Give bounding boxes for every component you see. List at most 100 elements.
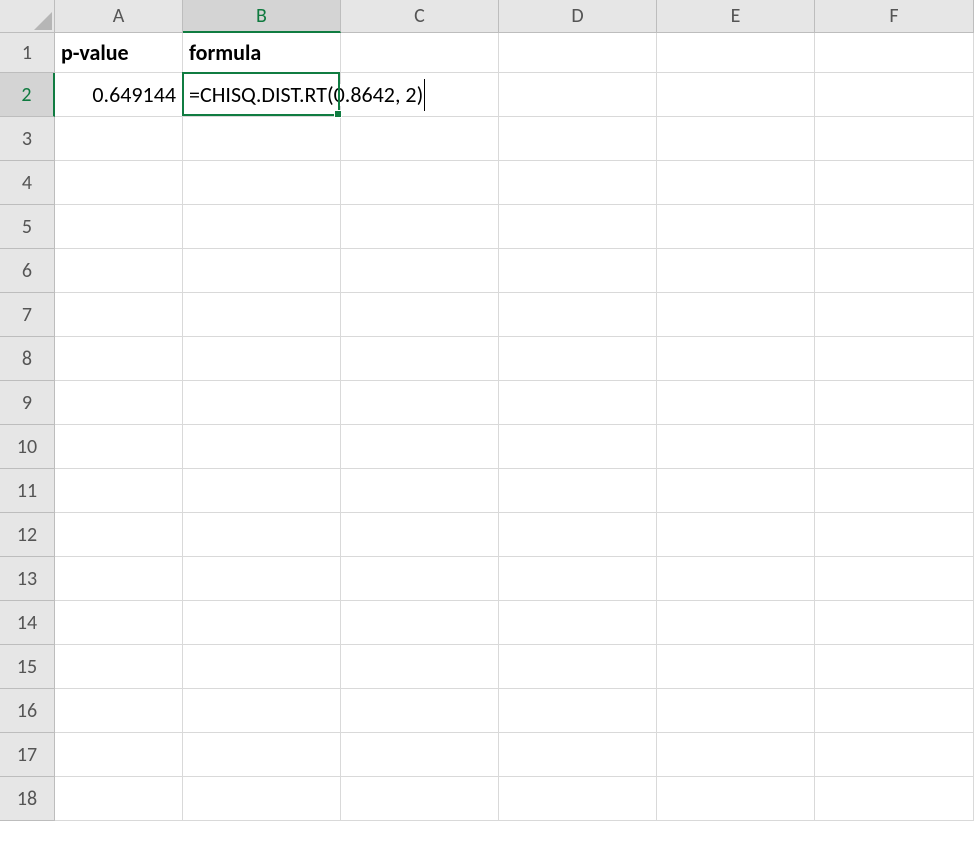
cell-B3[interactable] <box>183 117 341 161</box>
cell-A5[interactable] <box>55 205 183 249</box>
row-header-17[interactable]: 17 <box>0 733 55 777</box>
cell-F8[interactable] <box>815 337 974 381</box>
cell-E15[interactable] <box>657 645 815 689</box>
cell-F6[interactable] <box>815 249 974 293</box>
cell-A10[interactable] <box>55 425 183 469</box>
cell-D4[interactable] <box>499 161 657 205</box>
cell-A14[interactable] <box>55 601 183 645</box>
cell-D16[interactable] <box>499 689 657 733</box>
cell-B15[interactable] <box>183 645 341 689</box>
cell-A11[interactable] <box>55 469 183 513</box>
cell-D5[interactable] <box>499 205 657 249</box>
cell-A9[interactable] <box>55 381 183 425</box>
cell-E8[interactable] <box>657 337 815 381</box>
cell-A2[interactable]: 0.649144 <box>55 73 183 117</box>
cell-E14[interactable] <box>657 601 815 645</box>
cell-C7[interactable] <box>341 293 499 337</box>
row-header-6[interactable]: 6 <box>0 249 55 293</box>
row-header-12[interactable]: 12 <box>0 513 55 557</box>
cell-A8[interactable] <box>55 337 183 381</box>
cell-F18[interactable] <box>815 777 974 821</box>
cell-B6[interactable] <box>183 249 341 293</box>
cell-D3[interactable] <box>499 117 657 161</box>
row-header-13[interactable]: 13 <box>0 557 55 601</box>
cell-E12[interactable] <box>657 513 815 557</box>
row-header-10[interactable]: 10 <box>0 425 55 469</box>
cell-C8[interactable] <box>341 337 499 381</box>
cell-C6[interactable] <box>341 249 499 293</box>
row-header-7[interactable]: 7 <box>0 293 55 337</box>
cell-A6[interactable] <box>55 249 183 293</box>
row-header-11[interactable]: 11 <box>0 469 55 513</box>
cell-F17[interactable] <box>815 733 974 777</box>
cell-E11[interactable] <box>657 469 815 513</box>
row-header-3[interactable]: 3 <box>0 117 55 161</box>
cell-F5[interactable] <box>815 205 974 249</box>
cell-C9[interactable] <box>341 381 499 425</box>
row-header-14[interactable]: 14 <box>0 601 55 645</box>
cell-B18[interactable] <box>183 777 341 821</box>
cell-E3[interactable] <box>657 117 815 161</box>
cell-D13[interactable] <box>499 557 657 601</box>
cell-B17[interactable] <box>183 733 341 777</box>
cell-F12[interactable] <box>815 513 974 557</box>
cell-C5[interactable] <box>341 205 499 249</box>
cell-E7[interactable] <box>657 293 815 337</box>
column-header-D[interactable]: D <box>499 0 657 33</box>
cell-F16[interactable] <box>815 689 974 733</box>
cell-B12[interactable] <box>183 513 341 557</box>
cell-F7[interactable] <box>815 293 974 337</box>
row-header-16[interactable]: 16 <box>0 689 55 733</box>
cell-A12[interactable] <box>55 513 183 557</box>
cell-B9[interactable] <box>183 381 341 425</box>
cell-D6[interactable] <box>499 249 657 293</box>
cell-D10[interactable] <box>499 425 657 469</box>
cell-C4[interactable] <box>341 161 499 205</box>
row-header-9[interactable]: 9 <box>0 381 55 425</box>
cell-C3[interactable] <box>341 117 499 161</box>
cell-F14[interactable] <box>815 601 974 645</box>
cell-F9[interactable] <box>815 381 974 425</box>
cell-A15[interactable] <box>55 645 183 689</box>
cell-F2[interactable] <box>815 73 974 117</box>
cell-A17[interactable] <box>55 733 183 777</box>
cell-D12[interactable] <box>499 513 657 557</box>
cell-B4[interactable] <box>183 161 341 205</box>
row-header-18[interactable]: 18 <box>0 777 55 821</box>
cell-A7[interactable] <box>55 293 183 337</box>
column-header-F[interactable]: F <box>815 0 974 33</box>
cell-A13[interactable] <box>55 557 183 601</box>
cell-C1[interactable] <box>341 33 499 73</box>
cell-B5[interactable] <box>183 205 341 249</box>
cell-F3[interactable] <box>815 117 974 161</box>
column-header-E[interactable]: E <box>657 0 815 33</box>
cell-B14[interactable] <box>183 601 341 645</box>
column-header-C[interactable]: C <box>341 0 499 33</box>
cell-F11[interactable] <box>815 469 974 513</box>
row-header-4[interactable]: 4 <box>0 161 55 205</box>
row-header-1[interactable]: 1 <box>0 33 55 73</box>
cell-E17[interactable] <box>657 733 815 777</box>
cell-C10[interactable] <box>341 425 499 469</box>
cell-B13[interactable] <box>183 557 341 601</box>
cell-C17[interactable] <box>341 733 499 777</box>
cell-B8[interactable] <box>183 337 341 381</box>
row-header-2[interactable]: 2 <box>0 73 55 117</box>
cell-E6[interactable] <box>657 249 815 293</box>
row-header-5[interactable]: 5 <box>0 205 55 249</box>
cell-E16[interactable] <box>657 689 815 733</box>
cell-D2[interactable] <box>499 73 657 117</box>
cell-B11[interactable] <box>183 469 341 513</box>
cell-C11[interactable] <box>341 469 499 513</box>
cell-D1[interactable] <box>499 33 657 73</box>
cell-A16[interactable] <box>55 689 183 733</box>
cell-B2[interactable]: =CHISQ.DIST.RT(0.8642, 2) <box>183 73 341 117</box>
cell-F4[interactable] <box>815 161 974 205</box>
cell-F15[interactable] <box>815 645 974 689</box>
cell-F13[interactable] <box>815 557 974 601</box>
cell-D17[interactable] <box>499 733 657 777</box>
cell-A1[interactable]: p-value <box>55 33 183 73</box>
cell-D15[interactable] <box>499 645 657 689</box>
cell-E4[interactable] <box>657 161 815 205</box>
cell-B16[interactable] <box>183 689 341 733</box>
